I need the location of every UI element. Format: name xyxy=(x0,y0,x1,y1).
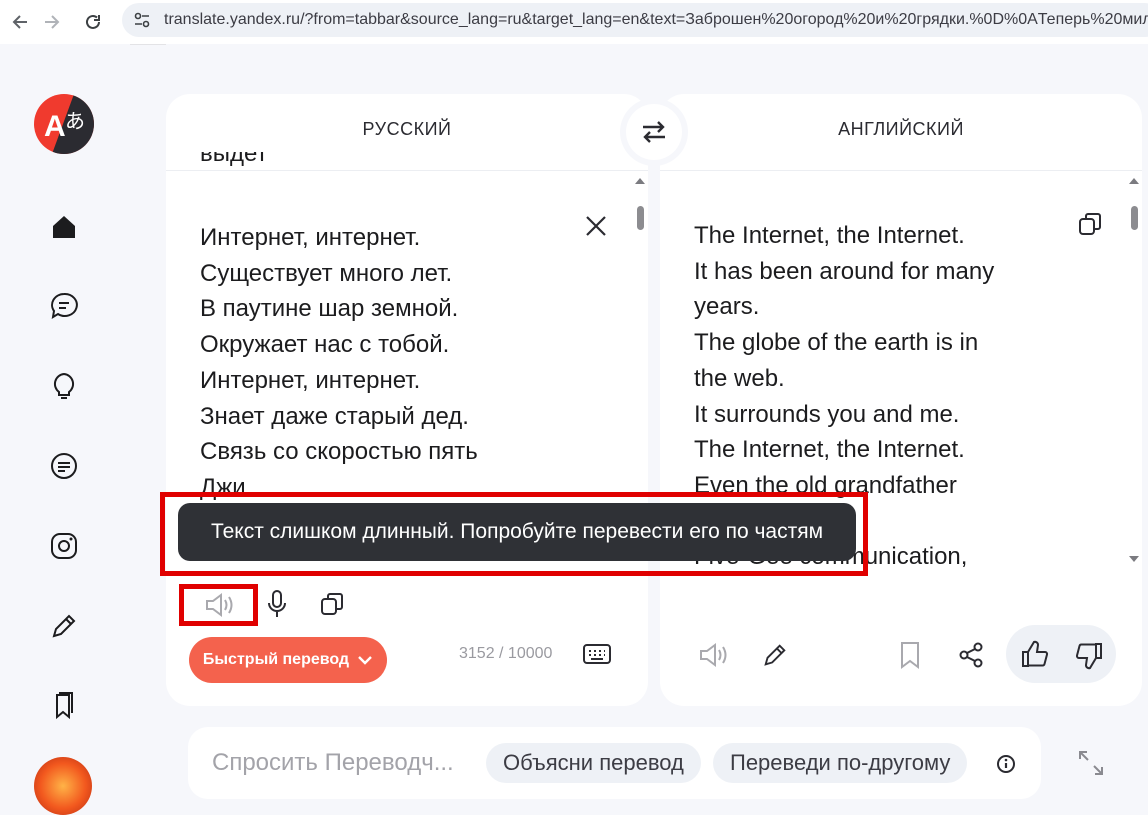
source-line: В паутине шар земной. xyxy=(200,295,459,323)
swap-languages-button[interactable] xyxy=(626,104,682,160)
source-clipped-text: выдет xyxy=(200,152,268,167)
home-icon[interactable] xyxy=(46,209,82,245)
back-button[interactable] xyxy=(6,7,36,37)
target-line: It has been around for many xyxy=(694,257,995,285)
tune-icon[interactable] xyxy=(132,10,152,35)
char-counter: 3152 / 10000 xyxy=(459,645,553,662)
quick-translate-button[interactable]: Быстрый перевод xyxy=(189,637,387,683)
ask-input[interactable]: Спросить Переводч... xyxy=(212,749,454,777)
document-icon[interactable] xyxy=(46,448,82,484)
target-panel: АНГЛИЙСКИЙ The Internet, the Internet. I… xyxy=(660,94,1142,706)
reload-button[interactable] xyxy=(78,7,108,37)
forward-button[interactable] xyxy=(36,7,66,37)
translate-logo-icon[interactable]: A あ xyxy=(34,94,94,154)
url-text: translate.yandex.ru/?from=tabbar&source_… xyxy=(164,11,1148,28)
microphone-icon xyxy=(268,590,286,617)
copy-icon xyxy=(1079,213,1101,235)
svg-text:あ: あ xyxy=(65,109,85,133)
source-text-area[interactable]: Интернет, интернет. Существует много лет… xyxy=(200,220,620,502)
bookmark-icon xyxy=(901,642,919,669)
dialog-icon[interactable] xyxy=(46,288,82,324)
pencil-icon xyxy=(764,644,786,666)
divider xyxy=(660,170,1142,171)
thumb-down-icon xyxy=(1075,643,1102,670)
camera-icon[interactable] xyxy=(46,528,82,564)
scroll-down-arrow[interactable] xyxy=(1129,556,1139,562)
expand-icon xyxy=(1079,751,1103,775)
rephrase-translation-chip[interactable]: Переведи по-другому xyxy=(713,743,968,783)
arrow-left-icon xyxy=(12,15,27,29)
source-line: Знает даже старый дед. xyxy=(200,402,469,430)
svg-text:A: A xyxy=(44,110,66,143)
bookmark-button[interactable] xyxy=(894,638,926,672)
target-language-button[interactable]: АНГЛИЙСКИЙ xyxy=(660,119,1142,140)
explain-translation-chip[interactable]: Объясни перевод xyxy=(486,743,701,783)
microphone-button[interactable] xyxy=(262,586,292,622)
dislike-button[interactable] xyxy=(1070,638,1108,674)
quick-translate-label: Быстрый перевод xyxy=(202,651,350,668)
close-icon xyxy=(586,216,606,236)
clear-button[interactable] xyxy=(580,210,612,242)
expand-button[interactable] xyxy=(1074,746,1108,780)
bookmarks-icon[interactable] xyxy=(46,688,82,724)
tooltip-highlight xyxy=(160,492,868,576)
keyboard-icon xyxy=(583,644,611,664)
share-button[interactable] xyxy=(954,638,988,672)
source-line: Интернет, интернет. xyxy=(200,224,421,251)
scroll-thumb[interactable] xyxy=(637,206,644,230)
speaker-icon xyxy=(700,643,727,667)
source-line: Интернет, интернет. xyxy=(200,366,421,394)
copy-icon xyxy=(321,593,343,615)
avatar[interactable] xyxy=(34,757,92,815)
arrow-right-icon xyxy=(45,15,60,29)
target-line: the web. xyxy=(694,364,785,392)
address-bar[interactable]: translate.yandex.ru/?from=tabbar&source_… xyxy=(122,3,1148,37)
copy-source-button[interactable] xyxy=(316,588,348,620)
sidebar: A あ xyxy=(0,44,130,815)
source-language-button[interactable]: РУССКИЙ xyxy=(166,119,648,140)
source-line: Связь со скоростью пять xyxy=(200,438,478,466)
like-button[interactable] xyxy=(1016,636,1054,672)
share-icon xyxy=(959,642,983,668)
reload-icon xyxy=(86,14,100,29)
edit-translation-button[interactable] xyxy=(758,638,792,672)
ask-translator-bar: Спросить Переводч... Объясни перевод Пер… xyxy=(188,727,1041,799)
target-line: The Internet, the Internet. xyxy=(694,436,965,464)
target-line: It surrounds you and me. xyxy=(694,400,960,428)
thumb-up-icon xyxy=(1022,640,1049,667)
info-button[interactable] xyxy=(994,752,1018,776)
lightbulb-icon[interactable] xyxy=(46,368,82,404)
info-icon xyxy=(997,755,1015,773)
target-line: years. xyxy=(694,293,760,321)
target-scrollbar[interactable] xyxy=(1128,176,1140,566)
scroll-thumb[interactable] xyxy=(1131,206,1138,230)
swap-icon xyxy=(643,121,665,143)
pencil-icon[interactable] xyxy=(46,608,82,644)
target-line: The globe of the earth is in xyxy=(694,329,979,357)
source-line: Существует много лет. xyxy=(200,259,453,287)
source-line: Окружает нас с тобой. xyxy=(200,331,450,359)
speak-translation-button[interactable] xyxy=(694,638,734,672)
scroll-up-arrow[interactable] xyxy=(1129,178,1139,184)
scroll-up-arrow[interactable] xyxy=(635,178,645,184)
keyboard-button[interactable] xyxy=(580,640,614,668)
speaker-highlight xyxy=(179,584,258,626)
source-clipped-line: выдет xyxy=(200,152,268,172)
copy-translation-button[interactable] xyxy=(1074,208,1106,240)
chevron-down-icon xyxy=(358,656,372,665)
browser-toolbar: translate.yandex.ru/?from=tabbar&source_… xyxy=(0,0,1148,45)
target-line: The Internet, the Internet. xyxy=(694,222,965,249)
